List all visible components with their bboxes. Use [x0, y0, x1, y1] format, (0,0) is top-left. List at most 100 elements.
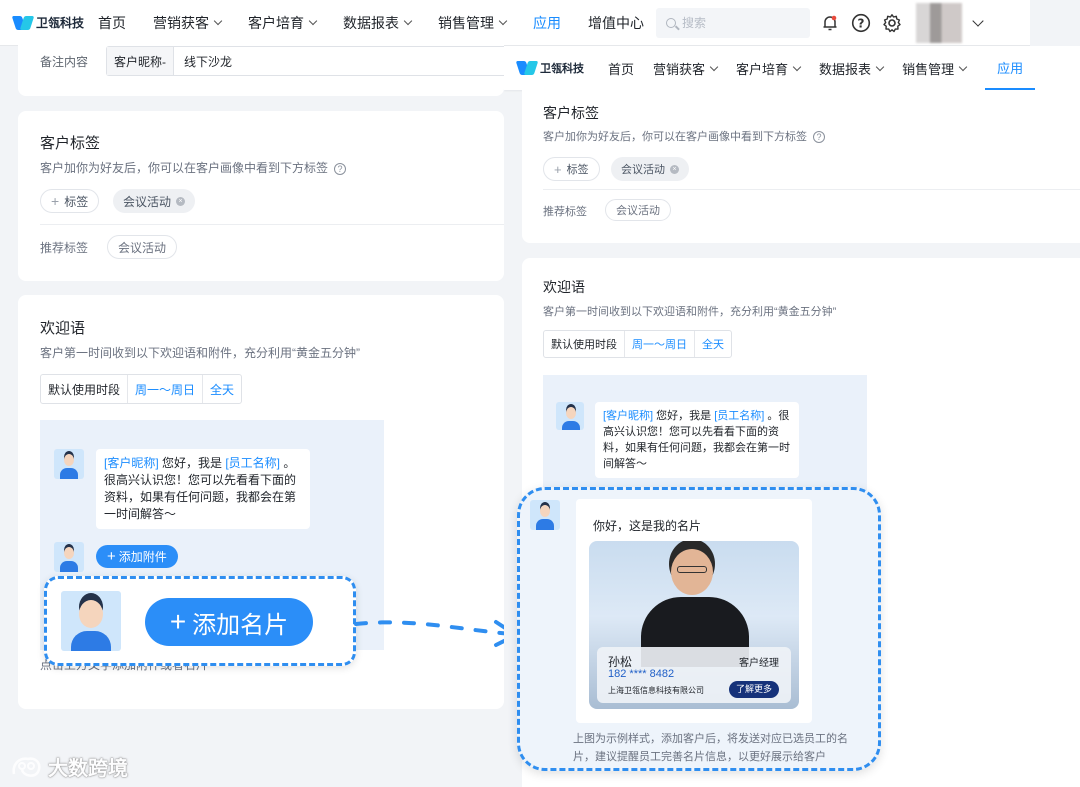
nav-item-sales[interactable]: 销售管理 [902, 59, 968, 78]
remarks-prefix: 客户昵称- [107, 47, 174, 75]
selected-tag[interactable]: 会议活动 × [113, 189, 196, 213]
card-greeting: 你好，这是我的名片 [593, 519, 702, 533]
chevron-down-icon [958, 62, 968, 71]
brand-logo[interactable]: 卫瓴科技 [14, 14, 98, 31]
employee-name-variable: [员工名称] [225, 456, 281, 470]
svg-text:?: ? [858, 16, 865, 30]
card-note: 上图为示例样式，添加客户后，将发送对应已选员工的名片，建议提醒员工完善名片信息，… [573, 733, 848, 763]
time-period-selector[interactable]: 默认使用时段 周一～周日 全天 [40, 374, 243, 404]
card-message-bubble: 你好，这是我的名片 孙松 客户经理 182 **** 8482 上海卫瓴信息科技… [576, 499, 812, 723]
bell-icon[interactable] [820, 13, 840, 33]
help-icon[interactable]: ? [813, 131, 825, 144]
watermark-logo-icon [12, 756, 41, 777]
help-icon[interactable]: ? [851, 13, 871, 33]
all-day[interactable]: 全天 [694, 331, 731, 357]
all-day[interactable]: 全天 [202, 375, 241, 403]
top-navigation-zoomed: 卫瓴科技 首页 营销获客 客户培育 数据报表 销售管理 应用 [504, 46, 1080, 90]
recommend-tags-label: 推荐标签 [543, 206, 587, 218]
nav-item-apps[interactable]: 应用 [533, 13, 561, 33]
chevron-down-icon [875, 62, 885, 71]
remove-tag-icon[interactable]: × [670, 164, 679, 174]
recommend-tag[interactable]: 会议活动 [107, 235, 178, 259]
tags-description: 客户加你为好友后，你可以在客户画像中看到下方标签? [543, 128, 825, 144]
divider [543, 189, 1080, 190]
business-card[interactable]: 孙松 客户经理 182 **** 8482 上海卫瓴信息科技有限公司 了解更多 [589, 541, 799, 709]
nav-item-reports[interactable]: 数据报表 [819, 59, 885, 78]
welcome-message-bubble[interactable]: [客户昵称] 您好，我是 [员工名称] 。很高兴认识您！您可以先看看下面的资料，… [96, 449, 310, 529]
search-icon [666, 17, 676, 28]
employee-avatar [556, 402, 584, 430]
time-period-selector[interactable]: 默认使用时段 周一～周日 全天 [543, 330, 732, 358]
selected-tag[interactable]: 会议活动 × [611, 157, 689, 181]
remarks-card: 备注内容 客户昵称- 线下沙龙 [18, 36, 504, 96]
welcome-message-bubble[interactable]: [客户昵称] 您好，我是 [员工名称] 。很高兴认识您！您可以先看看下面的资料，… [595, 402, 799, 478]
card-phone: 182 **** 8482 [608, 668, 675, 680]
nav-item-apps[interactable]: 应用 [985, 46, 1036, 90]
logo-icon [518, 61, 536, 75]
add-card-button[interactable]: + 添加名片 [145, 598, 313, 646]
employee-avatar [530, 500, 560, 530]
nav-item-marketing[interactable]: 营销获客 [153, 13, 223, 33]
help-icon[interactable]: ? [334, 162, 347, 175]
nav-item-sales[interactable]: 销售管理 [438, 13, 508, 33]
nav-item-home[interactable]: 首页 [608, 59, 634, 78]
default-period-label: 默认使用时段 [48, 382, 121, 397]
nav-item-home[interactable]: 首页 [98, 13, 126, 33]
default-period-label: 默认使用时段 [551, 339, 617, 351]
chevron-down-icon [308, 16, 318, 26]
nav-item-nurture[interactable]: 客户培育 [248, 13, 318, 33]
customer-tags-card: 客户标签 客户加你为好友后，你可以在客户画像中看到下方标签? + 标签 会议活动 ×… [18, 111, 504, 281]
employee-avatar-large [61, 591, 121, 651]
gear-icon[interactable] [882, 13, 902, 33]
learn-more-button[interactable]: 了解更多 [728, 681, 779, 698]
customer-nickname-variable: [客户昵称] [104, 456, 159, 470]
card-company: 上海卫瓴信息科技有限公司 [608, 686, 704, 695]
nav-item-reports[interactable]: 数据报表 [343, 13, 413, 33]
plus-icon: + [169, 606, 187, 637]
add-tag-button[interactable]: + 标签 [543, 157, 600, 181]
welcome-description: 客户第一时间收到以下欢迎语和附件，充分利用“黄金五分钟” [543, 306, 837, 318]
customer-tags-card: 客户标签 客户加你为好友后，你可以在客户画像中看到下方标签? + 标签 会议活动 ×… [522, 90, 1080, 243]
weekday-range[interactable]: 周一～周日 [127, 375, 202, 403]
add-card-callout: + 添加名片 [44, 576, 356, 666]
nav-item-marketing[interactable]: 营销获客 [653, 59, 719, 78]
watermark: 大数跨境 [10, 752, 128, 781]
tags-title: 客户标签 [40, 135, 101, 152]
chevron-down-icon [403, 16, 413, 26]
employee-avatar [54, 542, 84, 572]
plus-icon: + [51, 193, 60, 209]
plus-icon: + [554, 161, 562, 177]
search-input[interactable]: 搜索 [656, 7, 810, 38]
recommend-tag[interactable]: 会议活动 [605, 199, 671, 221]
customer-nickname-variable: [客户昵称] [603, 410, 654, 422]
business-card-callout: 你好，这是我的名片 孙松 客户经理 182 **** 8482 上海卫瓴信息科技… [517, 487, 881, 771]
recommend-tags-label: 推荐标签 [40, 241, 89, 255]
tags-description: 客户加你为好友后，你可以在客户画像中看到下方标签? [40, 159, 347, 176]
weekday-range[interactable]: 周一～周日 [624, 331, 694, 357]
user-avatar[interactable] [916, 2, 962, 43]
card-person-title: 客户经理 [739, 658, 779, 669]
nav-item-nurture[interactable]: 客户培育 [736, 59, 802, 78]
remarks-label: 备注内容 [40, 55, 89, 69]
chevron-down-icon [498, 16, 508, 26]
welcome-description: 客户第一时间收到以下欢迎语和附件，充分利用“黄金五分钟” [40, 346, 360, 360]
add-attachment-button[interactable]: + 添加附件 [96, 545, 178, 568]
chevron-down-icon [792, 62, 802, 71]
chevron-down-icon [709, 62, 719, 71]
employee-name-variable: [员工名称] [714, 410, 765, 422]
remarks-value: 线下沙龙 [184, 54, 233, 69]
remove-tag-icon[interactable]: × [176, 196, 186, 206]
brand-logo[interactable]: 卫瓴科技 [518, 60, 608, 76]
logo-icon [14, 16, 32, 30]
tags-title: 客户标签 [543, 105, 599, 121]
nav-item-value-added[interactable]: 增值中心 [588, 13, 644, 33]
add-tag-button[interactable]: + 标签 [40, 189, 100, 213]
user-menu-chevron-icon[interactable] [972, 15, 984, 27]
remarks-input[interactable]: 客户昵称- 线下沙龙 [106, 46, 504, 76]
employee-avatar [54, 449, 84, 479]
divider [40, 224, 504, 225]
welcome-title: 欢迎语 [543, 279, 585, 295]
card-info-panel: 孙松 客户经理 182 **** 8482 上海卫瓴信息科技有限公司 了解更多 [597, 647, 791, 703]
chevron-down-icon [213, 16, 223, 26]
welcome-title: 欢迎语 [40, 320, 86, 337]
